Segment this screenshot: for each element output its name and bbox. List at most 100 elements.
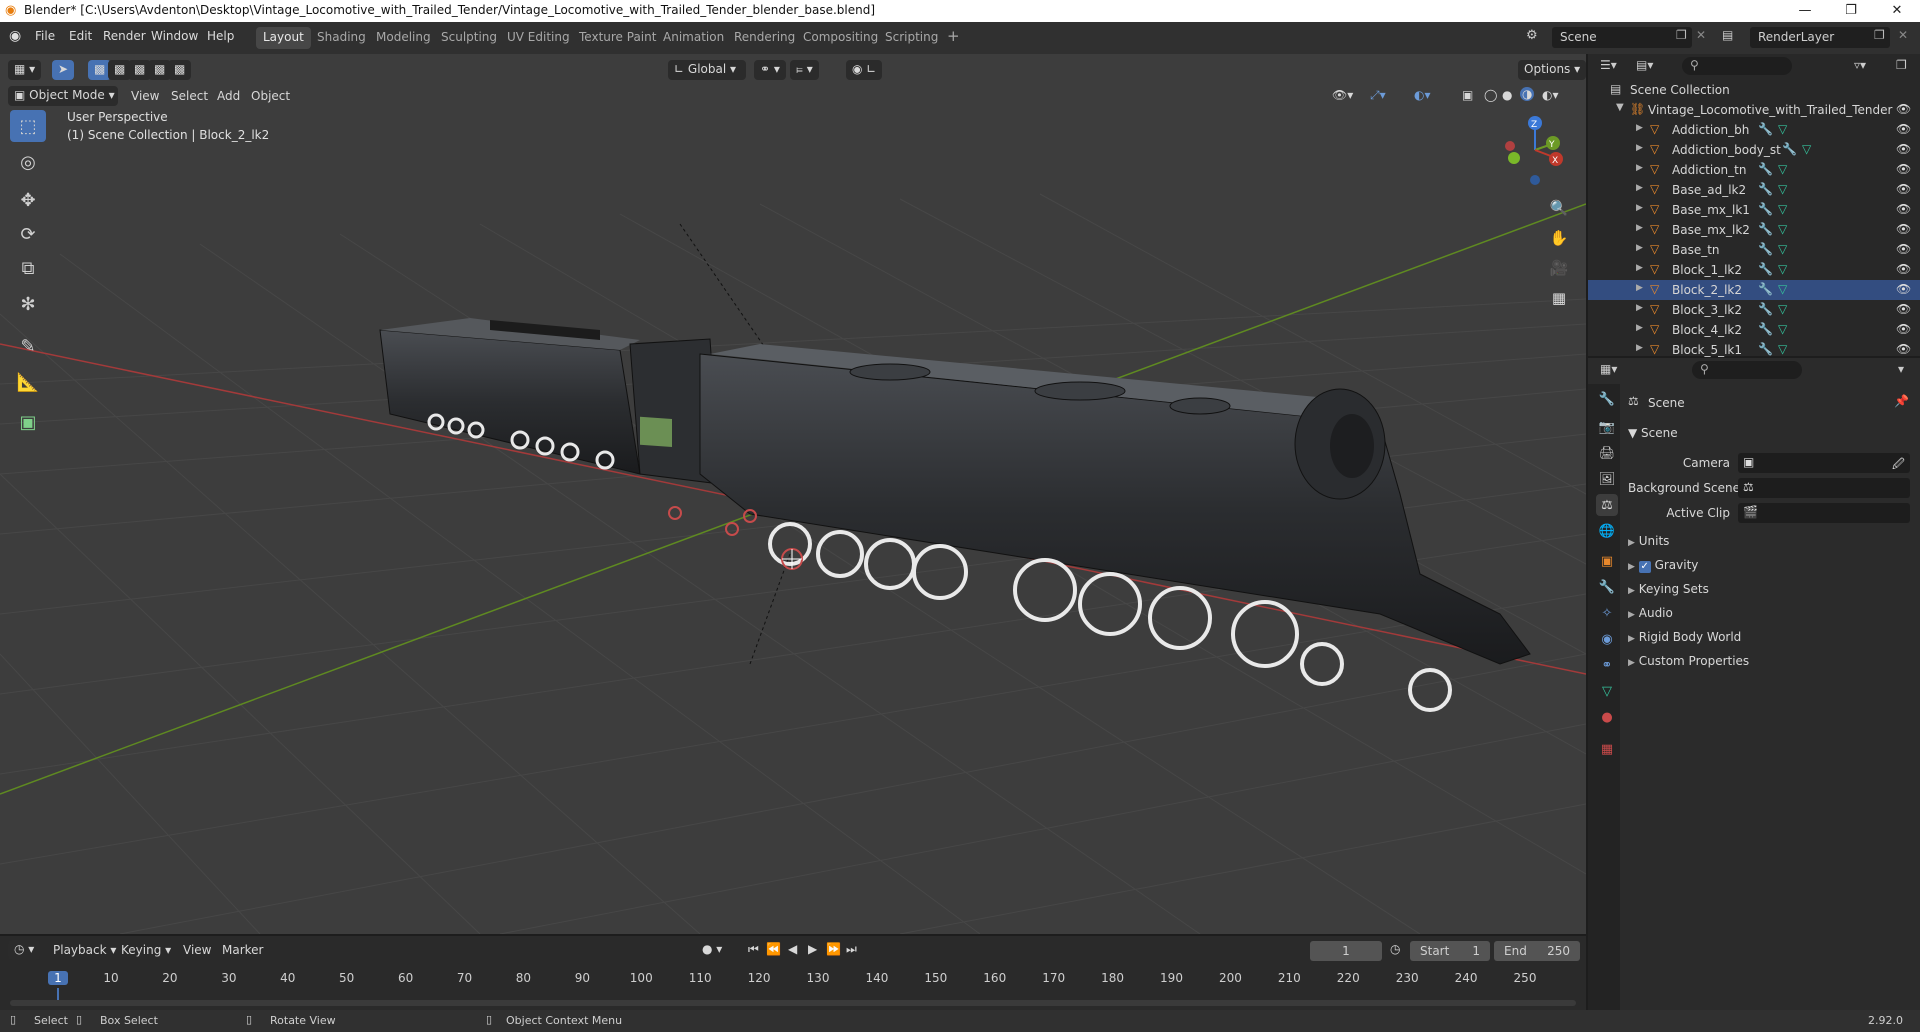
editor-type-icon[interactable]: ☰▾ <box>1600 58 1617 72</box>
texture-tab-icon[interactable]: ▦ <box>1596 738 1618 760</box>
pin-icon[interactable]: 📌 <box>1894 394 1909 408</box>
gravity-checkbox[interactable]: ✓ <box>1638 561 1651 573</box>
outliner-item[interactable]: ▶ ▽ Block_2_lk2 🔧 ▽ 👁 <box>1588 280 1920 300</box>
eye-icon[interactable]: 👁 <box>1896 322 1911 336</box>
filter-icon[interactable]: ▿▾ <box>1854 58 1866 72</box>
auto-keying-icon[interactable]: ● ▾ <box>702 942 722 956</box>
eye-icon[interactable]: 👁 <box>1896 182 1911 196</box>
menu-help[interactable]: Help <box>207 29 234 43</box>
tab-layout[interactable]: Layout <box>256 27 311 49</box>
tab-modeling[interactable]: Modeling <box>369 27 438 49</box>
expand-arrow-icon[interactable]: ▶ <box>1636 203 1643 213</box>
eye-icon[interactable]: 👁 <box>1896 262 1911 276</box>
editor-type-icon[interactable]: ▦▾ <box>1600 362 1617 376</box>
pan-hand-icon[interactable]: ✋ <box>1545 224 1573 252</box>
editor-type-button[interactable]: ▦ ▾ <box>8 60 42 80</box>
data-tab-icon[interactable]: ▽ <box>1596 680 1618 702</box>
timeline-scrollbar[interactable] <box>10 1000 1576 1006</box>
outliner-item[interactable]: ▶ ▽ Base_tn 🔧 ▽ 👁 <box>1588 240 1920 260</box>
tool-tab-icon[interactable]: 🔧 <box>1596 388 1618 410</box>
properties-search-input[interactable]: ⚲ <box>1692 361 1802 379</box>
tab-compositing[interactable]: Compositing <box>796 27 885 49</box>
world-tab-icon[interactable]: 🌐 <box>1596 520 1618 542</box>
output-tab-icon[interactable]: 🖨 <box>1596 442 1618 464</box>
menu-window[interactable]: Window <box>151 29 198 43</box>
tab-shading[interactable]: Shading <box>310 27 373 49</box>
background-scene-field[interactable]: ⚖ <box>1738 478 1910 498</box>
xray-toggle-icon[interactable]: ▣ <box>1462 88 1473 102</box>
eye-icon[interactable]: 👁 <box>1896 222 1911 236</box>
collapse-arrow-icon[interactable]: ▼ <box>1616 102 1624 113</box>
constraints-tab-icon[interactable]: ⚭ <box>1596 654 1618 676</box>
delete-view-layer-icon[interactable]: ✕ <box>1898 28 1908 42</box>
snap-toggle-button[interactable]: ⫢ ▾ <box>790 60 819 80</box>
gizmo-toggle-icon[interactable]: ⤢▾ <box>1370 88 1386 103</box>
panel-audio[interactable]: ▶ Audio <box>1628 606 1673 620</box>
viewport-menu-object[interactable]: Object <box>251 89 290 103</box>
options-dropdown[interactable]: Options ▾ <box>1518 60 1586 80</box>
eye-icon[interactable]: 👁 <box>1896 202 1911 216</box>
render-layer-icon[interactable]: ▤ <box>1722 28 1733 42</box>
tab-animation[interactable]: Animation <box>656 27 731 49</box>
jump-start-icon[interactable]: ⏮ <box>748 942 759 957</box>
zoom-icon[interactable]: 🔍 <box>1545 194 1573 222</box>
tab-sculpting[interactable]: Sculpting <box>434 27 504 49</box>
eye-icon[interactable]: 👁 <box>1896 342 1911 356</box>
mode-dropdown[interactable]: ▣ Object Mode ▾ <box>8 86 118 106</box>
outliner-item[interactable]: ▶ ▽ Base_ad_lk2 🔧 ▽ 👁 <box>1588 180 1920 200</box>
measure-tool[interactable]: 📐 <box>10 366 46 398</box>
particles-tab-icon[interactable]: ✧ <box>1596 602 1618 624</box>
move-tool[interactable]: ✥ <box>10 184 46 216</box>
cursor-tool[interactable]: ◎ <box>10 146 46 178</box>
transform-orientation-dropdown[interactable]: ∟ Global ▾ <box>668 60 746 80</box>
panel-keying-sets[interactable]: ▶ Keying Sets <box>1628 582 1709 596</box>
navigation-gizmo[interactable]: Z Y X <box>1490 110 1570 190</box>
expand-arrow-icon[interactable]: ▶ <box>1636 163 1643 173</box>
timeline-menu-keying[interactable]: Keying ▾ <box>121 943 171 957</box>
outliner-search-input[interactable]: ⚲ <box>1682 57 1792 75</box>
new-view-layer-icon[interactable]: ❐ <box>1874 28 1885 42</box>
wireframe-shading-icon[interactable]: ◯ <box>1484 88 1497 102</box>
camera-field[interactable]: ▣ 🖉 <box>1738 453 1910 473</box>
menu-render[interactable]: Render <box>103 29 146 43</box>
render-layer-selector[interactable]: RenderLayer <box>1750 27 1890 48</box>
viewport-menu-select[interactable]: Select <box>171 89 208 103</box>
expand-arrow-icon[interactable]: ▶ <box>1636 263 1643 273</box>
annotate-tool[interactable]: ✎ <box>10 330 46 362</box>
select-mode-intersect-icon[interactable]: ▩ <box>168 60 192 80</box>
expand-arrow-icon[interactable]: ▶ <box>1636 303 1643 313</box>
blender-menu-icon[interactable]: ◉ <box>9 28 21 44</box>
play-reverse-icon[interactable]: ◀ <box>788 942 797 956</box>
outliner-item[interactable]: ▶ ▽ Addiction_tn 🔧 ▽ 👁 <box>1588 160 1920 180</box>
outliner-item[interactable]: ▶ ▽ Addiction_bh 🔧 ▽ 👁 <box>1588 120 1920 140</box>
material-shading-icon[interactable]: ◑ <box>1520 87 1535 101</box>
menu-edit[interactable]: Edit <box>69 29 92 43</box>
eye-icon[interactable]: 👁 <box>1896 162 1911 176</box>
modifier-tab-icon[interactable]: 🔧 <box>1596 576 1618 598</box>
outliner-item[interactable]: ▶ ▽ Block_3_lk2 🔧 ▽ 👁 <box>1588 300 1920 320</box>
rendered-shading-icon[interactable]: ◐▾ <box>1542 88 1559 102</box>
close-button[interactable]: ✕ <box>1874 0 1920 22</box>
ortho-grid-icon[interactable]: ▦ <box>1545 284 1573 312</box>
playhead-line[interactable] <box>57 988 59 1000</box>
expand-arrow-icon[interactable]: ▶ <box>1636 243 1643 253</box>
view-layer-tab-icon[interactable]: 🖼 <box>1596 468 1618 490</box>
jump-end-icon[interactable]: ⏭ <box>846 942 857 957</box>
panel-custom-properties[interactable]: ▶ Custom Properties <box>1628 654 1749 668</box>
material-tab-icon[interactable]: ● <box>1596 706 1618 728</box>
end-frame-field[interactable]: End 250 <box>1494 941 1580 961</box>
eye-icon[interactable]: 👁 <box>1896 122 1911 136</box>
expand-arrow-icon[interactable]: ▶ <box>1636 343 1643 353</box>
expand-arrow-icon[interactable]: ▶ <box>1636 223 1643 233</box>
outliner-item[interactable]: ▶ ▽ Block_4_lk2 🔧 ▽ 👁 <box>1588 320 1920 340</box>
3d-viewport[interactable]: ▦ ▾ ➤ ▩ ▩ ▩ ▩ ▩ ∟ Global ▾ ⚭ ▾ ⫢ ▾ ◉ ∟ O… <box>0 54 1586 934</box>
outliner-item[interactable]: ▶ ▽ Block_5_lk1 🔧 ▽ 👁 <box>1588 340 1920 360</box>
scale-tool[interactable]: ⧉ <box>10 252 46 284</box>
add-cube-tool[interactable]: ▣ <box>10 406 46 438</box>
next-keyframe-icon[interactable]: ⏩ <box>826 942 841 956</box>
eye-icon[interactable]: 👁 <box>1896 242 1911 256</box>
panel-gravity[interactable]: ▶ ✓ Gravity <box>1628 558 1698 573</box>
physics-tab-icon[interactable]: ◉ <box>1596 628 1618 650</box>
outliner-item[interactable]: ▶ ▽ Base_mx_lk1 🔧 ▽ 👁 <box>1588 200 1920 220</box>
eye-icon[interactable]: 👁 <box>1896 142 1911 156</box>
